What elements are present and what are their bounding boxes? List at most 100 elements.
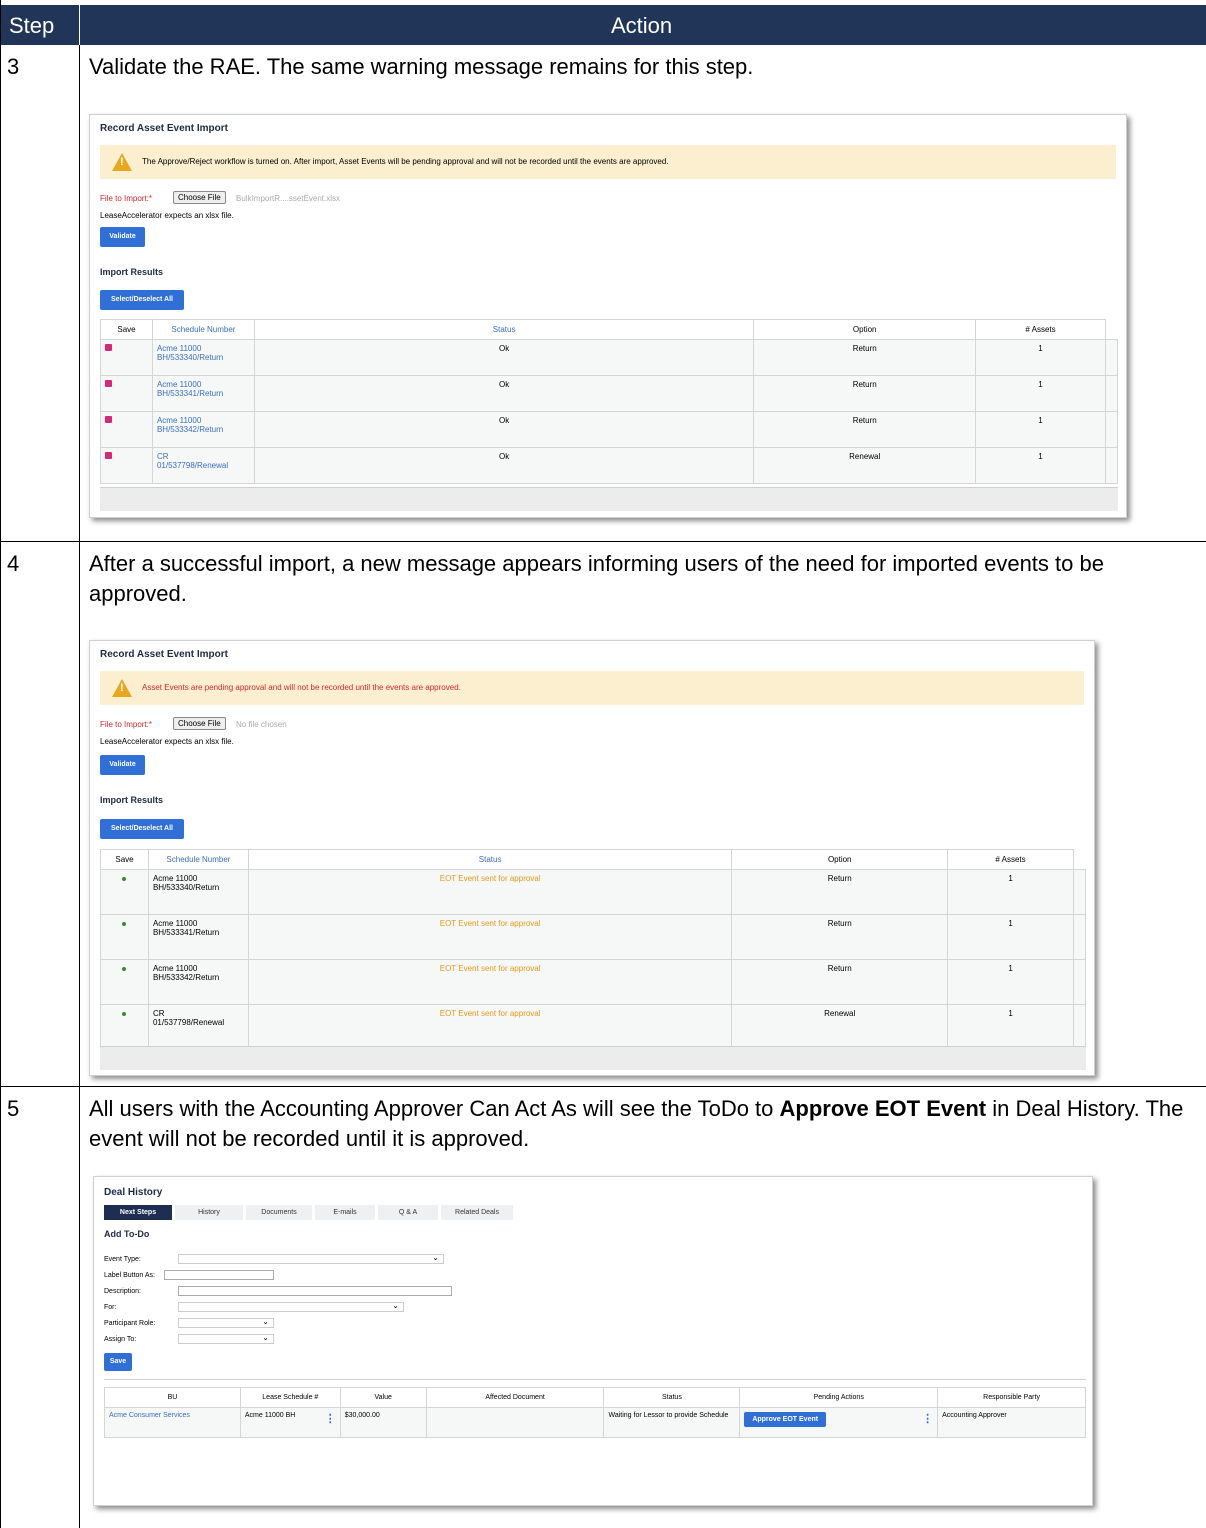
table-row: Acme Consumer Services Acme 11000 BH ⋮ $… [104,1407,1086,1438]
status-cell: EOT Event sent for approval [247,869,733,915]
assets-cell: 1 [975,411,1106,448]
step-description-text: All users with the Accounting Approver C… [89,1096,780,1121]
option-cell: Renewal [731,1004,949,1050]
tab-bar: Next Steps History Documents E-mails Q &… [104,1205,534,1220]
schedule-text-line2: BH/533340/Return [152,883,220,892]
warning-banner: ! The Approve/Reject workflow is turned … [100,145,1116,179]
save-checkbox[interactable] [105,416,112,423]
schedule-text: CR [152,1009,165,1018]
assets-cell: 1 [975,447,1106,484]
label-button-as-input[interactable] [164,1270,274,1280]
assets-cell: 1 [947,1004,1074,1050]
choose-file-button[interactable]: Choose File [173,717,226,730]
col-status[interactable]: Status [253,319,755,340]
col-affected-document: Affected Document [425,1387,605,1408]
record-asset-event-import-result-screenshot: Record Asset Event Import ! Asset Events… [89,640,1095,1076]
file-name: BulkImportR....ssetEvent.xlsx [236,194,341,203]
col-option: Option [753,319,977,340]
for-select[interactable]: ⌄ [178,1301,404,1312]
validate-button[interactable]: Validate [100,755,145,775]
file-to-import-label: File to Import:* [100,194,153,203]
select-deselect-all-button[interactable]: Select/Deselect All [100,819,184,839]
more-options-icon[interactable]: ⋮ [325,1412,336,1425]
schedule-link-line2[interactable]: BH/533340/Return [157,353,223,362]
event-type-select[interactable]: ⌄ [178,1253,444,1264]
assign-to-select[interactable]: ⌄ [178,1333,274,1344]
schedule-link[interactable]: Acme 11000 [157,380,201,389]
save-checkbox[interactable] [105,452,112,459]
step-description-bold: Approve EOT Event [779,1096,987,1121]
bu-link[interactable]: Acme Consumer Services [104,1407,241,1438]
assets-cell: 1 [947,914,1074,960]
save-checkbox[interactable] [105,380,112,387]
status-cell: EOT Event sent for approval [247,959,733,1005]
deal-history-table: BU Lease Schedule # Value Affected Docum… [104,1387,1086,1438]
schedule-text: Acme 11000 BH [244,1412,296,1419]
description-input[interactable] [178,1286,452,1296]
option-cell: Return [753,339,977,376]
col-status[interactable]: Status [247,849,733,870]
schedule-text: Acme 11000 [152,919,198,928]
schedule-link[interactable]: Acme 11000 [157,416,201,425]
xlsx-hint: LeaseAccelerator expects an xlsx file. [100,737,234,746]
choose-file-button[interactable]: Choose File [173,191,226,204]
col-schedule-number[interactable]: Schedule Number [147,849,249,870]
chevron-down-icon: ⌄ [262,1317,269,1326]
schedule-link[interactable]: CR [157,452,169,461]
description-label: Description: [104,1288,141,1295]
col-schedule-number[interactable]: Schedule Number [151,319,255,340]
schedule-text-line2: BH/533342/Return [152,973,220,982]
col-assets: # Assets [947,849,1074,870]
table-row: Acme 11000 BH/533341/Return EOT Event sen… [100,914,1087,960]
col-status: Status [603,1387,741,1408]
schedule-link[interactable]: Acme 11000 [157,344,201,353]
col-value: Value [339,1387,427,1408]
option-cell: Return [731,869,949,915]
tab-next-steps[interactable]: Next Steps [104,1205,172,1220]
import-results-table: Save Schedule Number Status Option # Ass… [100,319,1119,484]
deal-history-screenshot: Deal History Next Steps History Document… [93,1176,1093,1506]
header-action: Action [611,13,673,38]
table-row: CR 01/537798/Renewal Ok Renewal 1 [100,447,1119,484]
assets-cell: 1 [947,959,1074,1005]
schedule-text: Acme 11000 [152,874,198,883]
status-cell: Ok [253,339,755,376]
tab-related-deals[interactable]: Related Deals [441,1205,513,1220]
col-save: Save [100,319,153,340]
more-options-icon[interactable]: ⋮ [922,1412,933,1425]
tab-qa[interactable]: Q & A [378,1205,438,1220]
step-description: After a successful import, a new message… [89,551,1104,606]
tab-emails[interactable]: E-mails [315,1205,375,1220]
for-label: For: [104,1304,117,1311]
file-to-import-label: File to Import:* [100,720,153,729]
validate-button[interactable]: Validate [100,227,145,247]
header-step: Step [9,13,55,38]
option-cell: Return [753,411,977,448]
import-results-heading: Import Results [100,267,164,277]
select-deselect-all-button[interactable]: Select/Deselect All [100,290,184,310]
col-bu: BU [104,1387,241,1408]
schedule-link-line2[interactable]: BH/533342/Return [157,425,223,434]
participant-role-select[interactable]: ⌄ [178,1317,274,1328]
table-row: Acme 11000 BH/533340/Return Ok Return 1 [100,339,1119,376]
tab-documents[interactable]: Documents [246,1205,312,1220]
status-dot-icon [122,922,127,926]
status-dot-icon [122,877,127,881]
schedule-text: Acme 11000 [152,964,198,973]
schedule-link-line2[interactable]: BH/533341/Return [157,389,223,398]
status-dot-icon [122,967,127,971]
table-footer [100,1046,1086,1070]
value-cell: $30,000.00 [339,1407,427,1438]
schedule-text-line2: BH/533341/Return [152,928,220,937]
schedule-link-line2[interactable]: 01/537798/Renewal [157,461,228,470]
add-todo-heading: Add To-Do [104,1229,150,1239]
approve-eot-event-button[interactable]: Approve EOT Event [744,1412,827,1427]
tab-history[interactable]: History [175,1205,243,1220]
table-row: Acme 11000 BH/533342/Return Ok Return 1 [100,411,1119,448]
save-button[interactable]: Save [104,1353,132,1371]
save-checkbox[interactable] [105,344,112,351]
col-option: Option [731,849,949,870]
table-row: Acme 11000 BH/533340/Return EOT Event sen… [100,869,1087,915]
chevron-down-icon: ⌄ [432,1253,439,1262]
assets-cell: 1 [975,375,1106,412]
